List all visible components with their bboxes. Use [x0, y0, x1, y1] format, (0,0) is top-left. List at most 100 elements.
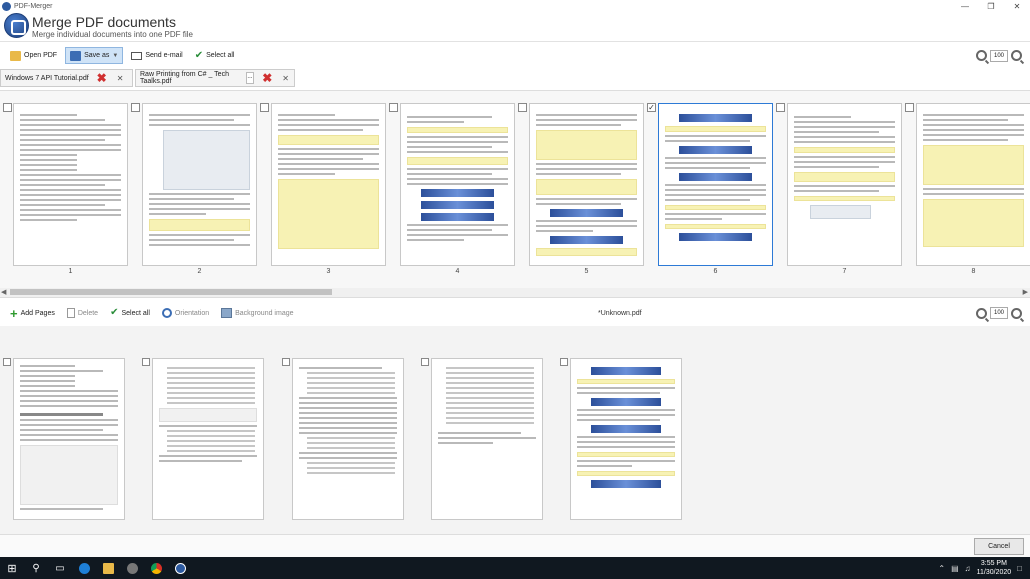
save-as-label: Save as — [84, 52, 110, 59]
system-tray: ⌃ ▤ ♫ 3:55 PM 11/30/2020 □ — [938, 559, 1022, 577]
page-thumbnail[interactable] — [400, 103, 515, 266]
save-as-button[interactable]: Save as ▼ — [65, 47, 124, 64]
zoom-control: 100 — [976, 49, 1022, 62]
clock-date: 11/30/2020 — [976, 569, 1012, 576]
add-pages-button[interactable]: + Add Pages — [6, 305, 59, 322]
zoom-out-icon[interactable] — [976, 50, 987, 61]
page-title: Merge PDF documents — [32, 14, 176, 30]
minimize-icon[interactable]: — — [952, 0, 978, 12]
zoom-input[interactable]: 100 — [990, 307, 1008, 319]
select-all-button[interactable]: ✔ Select all — [191, 47, 239, 64]
app-header: Merge PDF documents Merge individual doc… — [0, 12, 1030, 42]
maximize-icon[interactable]: ❐ — [978, 0, 1004, 12]
zoom-input[interactable]: 100 — [990, 49, 1008, 62]
chevron-down-icon[interactable]: ▼ — [112, 53, 118, 59]
window-controls: — ❐ ✕ — [952, 0, 1030, 12]
clock-time: 3:55 PM — [980, 560, 1007, 567]
pinned-app-icon[interactable] — [120, 557, 144, 579]
folder-icon — [10, 50, 21, 61]
page-number: 5 — [584, 268, 589, 275]
tab-raw-printing[interactable]: Raw Printing from C# _ Tech Taalks.pdf .… — [135, 69, 295, 87]
page-thumbnail[interactable] — [142, 103, 257, 266]
pdf-merger-taskbar-icon[interactable] — [168, 557, 192, 579]
horizontal-scrollbar[interactable]: ◀ ▶ — [0, 288, 1030, 297]
scrollbar-thumb[interactable] — [10, 289, 332, 295]
chevron-up-icon[interactable]: ⌃ — [938, 564, 945, 573]
document-tabs: Windows 7 API Tutorial.pdf ✖ ✕ Raw Print… — [0, 69, 1030, 87]
delete-button[interactable]: Delete — [63, 305, 102, 322]
zoom-control: 100 — [976, 307, 1022, 319]
page-checkbox[interactable] — [260, 103, 269, 112]
orientation-button[interactable]: Orientation — [158, 305, 213, 322]
close-icon[interactable]: ✕ — [1004, 0, 1030, 12]
tab-windows-7-api-tutorial[interactable]: Windows 7 API Tutorial.pdf ✖ ✕ — [0, 69, 133, 87]
background-image-label: Background image — [235, 309, 294, 317]
app-icon — [2, 1, 11, 11]
page-checkbox-checked[interactable]: ✓ — [647, 103, 656, 112]
volume-icon[interactable]: ♫ — [965, 564, 971, 573]
zoom-in-icon[interactable] — [1011, 50, 1022, 61]
trash-icon — [66, 308, 75, 318]
page-checkbox[interactable] — [905, 103, 914, 112]
open-pdf-button[interactable]: Open PDF — [6, 47, 61, 64]
remove-document-icon[interactable]: ✖ — [262, 71, 272, 85]
notification-icon[interactable]: □ — [1017, 564, 1022, 573]
task-view-icon[interactable]: ▭ — [48, 557, 72, 579]
close-tab-icon[interactable]: ✕ — [117, 74, 124, 83]
page-checkbox[interactable] — [776, 103, 785, 112]
page-checkbox[interactable] — [560, 358, 568, 366]
merged-page-thumbnail[interactable] — [570, 358, 682, 520]
tab-label: Windows 7 API Tutorial.pdf — [5, 74, 89, 82]
windows-start-icon[interactable]: ⊞ — [0, 557, 24, 579]
page-checkbox[interactable] — [142, 358, 150, 366]
background-image-button[interactable]: Background image — [217, 305, 297, 322]
network-icon[interactable]: ▤ — [951, 564, 959, 573]
main-toolbar: Open PDF Save as ▼ Send e-mail ✔ Select … — [0, 45, 1030, 66]
page-checkbox[interactable] — [3, 358, 11, 366]
plus-icon: + — [10, 305, 18, 321]
page-checkbox[interactable] — [131, 103, 140, 112]
delete-label: Delete — [77, 309, 99, 317]
add-pages-label: Add Pages — [20, 309, 55, 317]
output-filename: *Unknown.pdf — [598, 309, 642, 317]
page-checkbox[interactable] — [282, 358, 290, 366]
page-checkbox[interactable] — [3, 103, 12, 112]
page-number: 1 — [68, 268, 73, 275]
page-thumbnail[interactable] — [13, 103, 128, 266]
page-number: 6 — [713, 268, 718, 275]
file-explorer-icon[interactable] — [96, 557, 120, 579]
search-icon[interactable]: ⚲ — [24, 557, 48, 579]
page-thumbnail[interactable] — [271, 103, 386, 266]
merged-page-thumbnail[interactable] — [13, 358, 125, 520]
page-number: 4 — [455, 268, 460, 275]
scroll-left-icon[interactable]: ◀ — [1, 288, 6, 296]
page-checkbox[interactable] — [421, 358, 429, 366]
scroll-right-icon[interactable]: ▶ — [1023, 288, 1028, 296]
cancel-button[interactable]: Cancel — [974, 538, 1024, 555]
page-checkbox[interactable] — [518, 103, 527, 112]
orientation-label: Orientation — [174, 309, 210, 317]
page-thumbnail[interactable] — [916, 103, 1030, 266]
send-email-button[interactable]: Send e-mail — [127, 47, 186, 64]
title-bar: PDF-Merger — ❐ ✕ — [0, 0, 1030, 12]
chrome-browser-icon[interactable] — [144, 557, 168, 579]
select-all-pages-button[interactable]: ✔ Select all — [106, 305, 154, 322]
merge-toolbar: + Add Pages Delete ✔ Select all Orientat… — [0, 303, 1030, 323]
page-thumbnail[interactable] — [787, 103, 902, 266]
clock[interactable]: 3:55 PM 11/30/2020 — [977, 559, 1012, 577]
send-email-label: Send e-mail — [145, 52, 183, 59]
merged-page-thumbnail[interactable] — [431, 358, 543, 520]
zoom-in-icon[interactable] — [1011, 307, 1022, 319]
edge-browser-icon[interactable] — [72, 557, 96, 579]
source-pages-panel: 1 2 3 4 5 ✓ 6 7 8 ◀ ▶ — [0, 90, 1030, 298]
checkmark-icon: ✔ — [194, 49, 204, 61]
merged-page-thumbnail[interactable] — [292, 358, 404, 520]
zoom-out-icon[interactable] — [976, 307, 987, 319]
page-thumbnail-selected[interactable] — [658, 103, 773, 266]
page-checkbox[interactable] — [389, 103, 398, 112]
remove-document-icon[interactable]: ✖ — [97, 71, 107, 85]
page-thumbnail[interactable] — [529, 103, 644, 266]
merged-page-thumbnail[interactable] — [152, 358, 264, 520]
tab-more-button[interactable]: ... — [245, 72, 255, 84]
close-tab-icon[interactable]: ✕ — [282, 74, 289, 83]
